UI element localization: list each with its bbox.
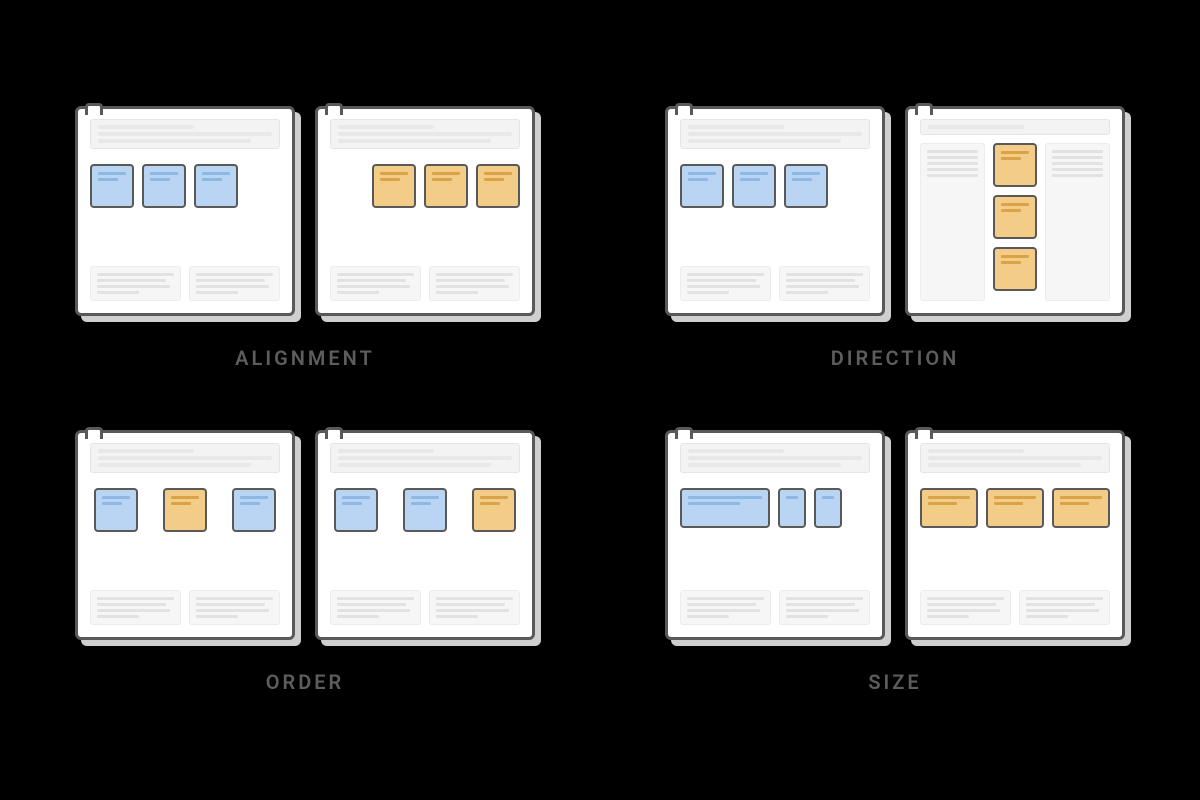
flex-item [232, 488, 276, 532]
concept-label: DIRECTION [831, 346, 960, 370]
browser-tab-icon [915, 427, 933, 439]
flex-item [142, 164, 186, 208]
concept-label: ORDER [266, 670, 345, 694]
browser-tab-icon [675, 103, 693, 115]
browser-direction-row [665, 106, 885, 316]
concept-size: SIZE [640, 430, 1150, 694]
browser-size-varied [665, 430, 885, 640]
header-placeholder [680, 119, 870, 149]
flex-item [993, 195, 1037, 239]
browser-tab-icon [915, 103, 933, 115]
concept-label: SIZE [868, 670, 921, 694]
item-column-layout [920, 143, 1110, 301]
flex-item [194, 164, 238, 208]
flex-item [680, 164, 724, 208]
flex-item [94, 488, 138, 532]
flex-item [372, 164, 416, 208]
footer-placeholder [330, 590, 520, 625]
footer-placeholder [90, 590, 280, 625]
flex-item [163, 488, 207, 532]
browser-alignment-right [315, 106, 535, 316]
browser-frame [665, 430, 885, 640]
browser-frame [315, 106, 535, 316]
concept-order: ORDER [50, 430, 560, 694]
flex-item [334, 488, 378, 532]
browser-frame [75, 430, 295, 640]
header-placeholder [680, 443, 870, 473]
item-row [920, 488, 1110, 528]
flex-item [784, 164, 828, 208]
browser-order-b [315, 430, 535, 640]
footer-placeholder [680, 590, 870, 625]
browser-direction-column [905, 106, 1125, 316]
browser-tab-icon [325, 103, 343, 115]
footer-placeholder [330, 266, 520, 301]
flex-item [986, 488, 1044, 528]
footer-placeholder [920, 590, 1110, 625]
browser-tab-icon [325, 427, 343, 439]
flex-item-narrow [778, 488, 806, 528]
browser-frame [905, 106, 1125, 316]
browser-pair [75, 430, 535, 640]
browser-pair [665, 106, 1125, 316]
browser-tab-icon [85, 103, 103, 115]
browser-frame [665, 106, 885, 316]
footer-placeholder [680, 266, 870, 301]
item-column [993, 143, 1037, 301]
browser-alignment-left [75, 106, 295, 316]
item-row [680, 488, 870, 528]
flex-item [920, 488, 978, 528]
flex-item [472, 488, 516, 532]
flex-item [732, 164, 776, 208]
flex-item-wide [680, 488, 770, 528]
browser-frame [315, 430, 535, 640]
header-placeholder [330, 443, 520, 473]
header-placeholder [90, 443, 280, 473]
flex-item [90, 164, 134, 208]
flex-item [424, 164, 468, 208]
concept-grid: ALIGNMENT [50, 106, 1150, 694]
item-row [330, 164, 520, 208]
browser-tab-icon [85, 427, 103, 439]
flex-item [1052, 488, 1110, 528]
item-row [330, 488, 520, 532]
flex-item-narrow [814, 488, 842, 528]
side-placeholder [1045, 143, 1110, 301]
header-placeholder [90, 119, 280, 149]
browser-size-equal [905, 430, 1125, 640]
side-placeholder [920, 143, 985, 301]
browser-frame [75, 106, 295, 316]
header-placeholder [920, 119, 1110, 135]
item-row [90, 164, 280, 208]
flex-item [476, 164, 520, 208]
flex-item [993, 247, 1037, 291]
item-row [680, 164, 870, 208]
flex-item [403, 488, 447, 532]
header-placeholder [330, 119, 520, 149]
concept-label: ALIGNMENT [235, 346, 375, 370]
browser-order-a [75, 430, 295, 640]
browser-pair [665, 430, 1125, 640]
item-row [90, 488, 280, 532]
browser-frame [905, 430, 1125, 640]
header-placeholder [920, 443, 1110, 473]
footer-placeholder [90, 266, 280, 301]
concept-direction: DIRECTION [640, 106, 1150, 370]
concept-alignment: ALIGNMENT [50, 106, 560, 370]
browser-tab-icon [675, 427, 693, 439]
flex-item [993, 143, 1037, 187]
browser-pair [75, 106, 535, 316]
